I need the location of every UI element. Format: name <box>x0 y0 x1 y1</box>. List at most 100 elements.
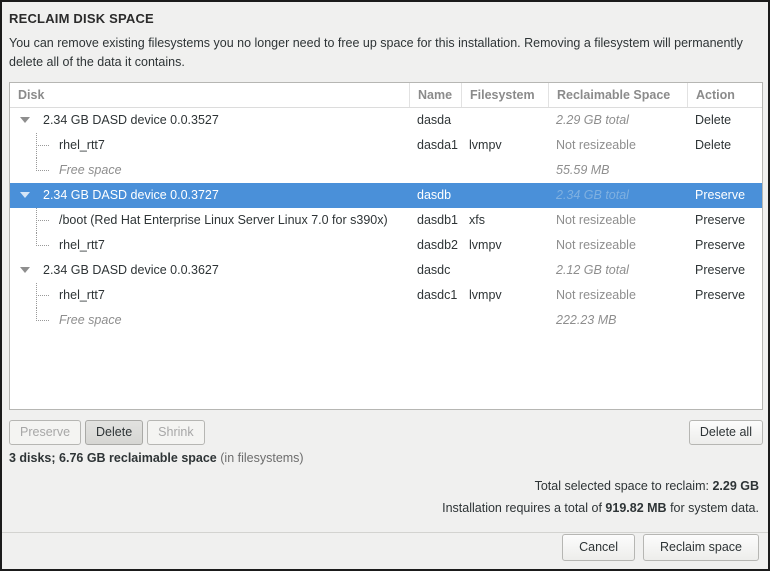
footer-buttons: Cancel Reclaim space <box>562 534 759 561</box>
cell-disk: Free space <box>10 158 409 183</box>
cell-disk-label: Free space <box>59 313 122 327</box>
cell-action: Delete <box>695 113 732 127</box>
cell-action: Preserve <box>695 188 746 202</box>
cell-name: dasdb1 <box>417 213 459 227</box>
selection-action-bar: Preserve Delete Shrink Delete all <box>9 420 763 446</box>
table-row[interactable]: Free space 55.59 MB <box>10 158 762 183</box>
tree-guide-horizontal <box>36 220 49 221</box>
reclaim-disk-space-dialog: RECLAIM DISK SPACE You can remove existi… <box>0 0 770 571</box>
cell-action <box>687 308 762 333</box>
cell-disk: rhel_rtt7 <box>10 283 409 308</box>
cell-disk-label: rhel_rtt7 <box>59 138 105 152</box>
reclaim-space-button[interactable]: Reclaim space <box>643 534 759 561</box>
cell-space: 55.59 MB <box>556 163 610 177</box>
cell-disk-label: /boot (Red Hat Enterprise Linux Server L… <box>59 213 388 227</box>
triangle-down-icon[interactable] <box>20 267 30 273</box>
table-header-row: Disk Name Filesystem Reclaimable Space A… <box>10 83 762 108</box>
totals-block: Total selected space to reclaim: 2.29 GB… <box>19 475 759 519</box>
cell-filesystem: lvmpv <box>469 288 502 302</box>
cell-disk: /boot (Red Hat Enterprise Linux Server L… <box>10 208 409 233</box>
total-selected-label: Total selected space to reclaim: <box>534 479 709 493</box>
cell-action: Preserve <box>695 238 746 252</box>
cell-space: Not resizeable <box>556 288 636 302</box>
cell-disk-label: 2.34 GB DASD device 0.0.3627 <box>43 263 219 277</box>
cell-name: dasdc <box>417 263 451 277</box>
cell-name: dasdb <box>417 188 452 202</box>
cell-name: dasda <box>417 113 452 127</box>
cell-disk: rhel_rtt7 <box>10 233 409 258</box>
cancel-button[interactable]: Cancel <box>562 534 636 561</box>
cell-filesystem: lvmpv <box>469 238 502 252</box>
install-requires-suffix: for system data. <box>670 501 759 515</box>
cell-disk: rhel_rtt7 <box>10 133 409 158</box>
cell-disk-label: rhel_rtt7 <box>59 288 105 302</box>
table-row[interactable]: 2.34 GB DASD device 0.0.3627 dasdc 2.12 GB… <box>10 258 762 283</box>
column-header-filesystem[interactable]: Filesystem <box>461 83 548 107</box>
shrink-button[interactable]: Shrink <box>147 420 205 445</box>
cell-space: 2.12 GB total <box>556 263 629 277</box>
reclaim-summary-note: (in filesystems) <box>220 451 304 465</box>
cell-disk: Free space <box>10 308 409 333</box>
column-header-action[interactable]: Action <box>687 83 762 107</box>
total-selected-line: Total selected space to reclaim: 2.29 GB <box>19 475 759 497</box>
cell-name: dasdc1 <box>417 288 458 302</box>
cell-filesystem <box>461 158 548 183</box>
tree-guide-horizontal <box>36 245 49 246</box>
reclaim-summary-bold: 3 disks; 6.76 GB reclaimable space <box>9 451 217 465</box>
cell-disk: 2.34 GB DASD device 0.0.3727 <box>10 183 409 208</box>
disk-table: Disk Name Filesystem Reclaimable Space A… <box>9 82 763 410</box>
table-row[interactable]: Free space 222.23 MB <box>10 308 762 333</box>
cell-space: 222.23 MB <box>556 313 617 327</box>
cell-action: Preserve <box>695 213 746 227</box>
cell-action: Preserve <box>695 263 746 277</box>
install-requires-label: Installation requires a total of <box>442 501 602 515</box>
column-header-disk[interactable]: Disk <box>10 83 409 107</box>
cell-filesystem: xfs <box>469 213 485 227</box>
dialog-description: You can remove existing filesystems you … <box>9 36 743 69</box>
cell-name <box>409 308 461 333</box>
preserve-button[interactable]: Preserve <box>9 420 82 445</box>
triangle-down-icon[interactable] <box>20 192 30 198</box>
cell-disk-label: Free space <box>59 163 122 177</box>
page-title: RECLAIM DISK SPACE <box>9 11 154 26</box>
cell-disk-label: 2.34 GB DASD device 0.0.3527 <box>43 113 219 127</box>
table-row[interactable]: 2.34 GB DASD device 0.0.3527 dasda 2.29 GB… <box>10 108 762 133</box>
cell-space: 2.29 GB total <box>556 113 629 127</box>
cell-action: Delete <box>695 138 732 152</box>
table-row[interactable]: 2.34 GB DASD device 0.0.3727 dasdb 2.34 GB… <box>10 183 762 208</box>
table-row[interactable]: rhel_rtt7 dasdc1 lvmpv Not resizeable Preser… <box>10 283 762 308</box>
table-body: 2.34 GB DASD device 0.0.3527 dasda 2.29 GB… <box>10 108 762 409</box>
tree-guide-horizontal <box>36 145 49 146</box>
cell-action <box>687 158 762 183</box>
cell-filesystem <box>461 183 548 208</box>
cell-filesystem <box>461 108 548 133</box>
cell-action: Preserve <box>695 288 746 302</box>
cell-name <box>409 158 461 183</box>
table-row[interactable]: /boot (Red Hat Enterprise Linux Server L… <box>10 208 762 233</box>
cell-name: dasda1 <box>417 138 459 152</box>
triangle-down-icon[interactable] <box>20 117 30 123</box>
delete-button[interactable]: Delete <box>85 420 144 445</box>
total-selected-value: 2.29 GB <box>712 479 759 493</box>
install-requires-line: Installation requires a total of 919.82 … <box>19 497 759 519</box>
tree-guide-horizontal <box>36 170 49 171</box>
cell-name: dasdb2 <box>417 238 459 252</box>
footer-divider <box>2 532 768 533</box>
column-header-space[interactable]: Reclaimable Space <box>548 83 687 107</box>
cell-space: Not resizeable <box>556 138 636 152</box>
table-row[interactable]: rhel_rtt7 dasdb2 lvmpv Not resizeable Preser… <box>10 233 762 258</box>
cell-disk-label: rhel_rtt7 <box>59 238 105 252</box>
cell-space: Not resizeable <box>556 238 636 252</box>
column-header-name[interactable]: Name <box>409 83 461 107</box>
cell-disk: 2.34 GB DASD device 0.0.3627 <box>10 258 409 283</box>
reclaim-summary: 3 disks; 6.76 GB reclaimable space (in f… <box>9 451 304 465</box>
tree-guide-horizontal <box>36 295 49 296</box>
cell-disk-label: 2.34 GB DASD device 0.0.3727 <box>43 188 219 202</box>
tree-guide-horizontal <box>36 320 49 321</box>
table-row[interactable]: rhel_rtt7 dasda1 lvmpv Not resizeable Delete <box>10 133 762 158</box>
cell-filesystem: lvmpv <box>469 138 502 152</box>
cell-space: 2.34 GB total <box>556 188 629 202</box>
cell-space: Not resizeable <box>556 213 636 227</box>
cell-disk: 2.34 GB DASD device 0.0.3527 <box>10 108 409 133</box>
delete-all-button[interactable]: Delete all <box>688 420 763 445</box>
